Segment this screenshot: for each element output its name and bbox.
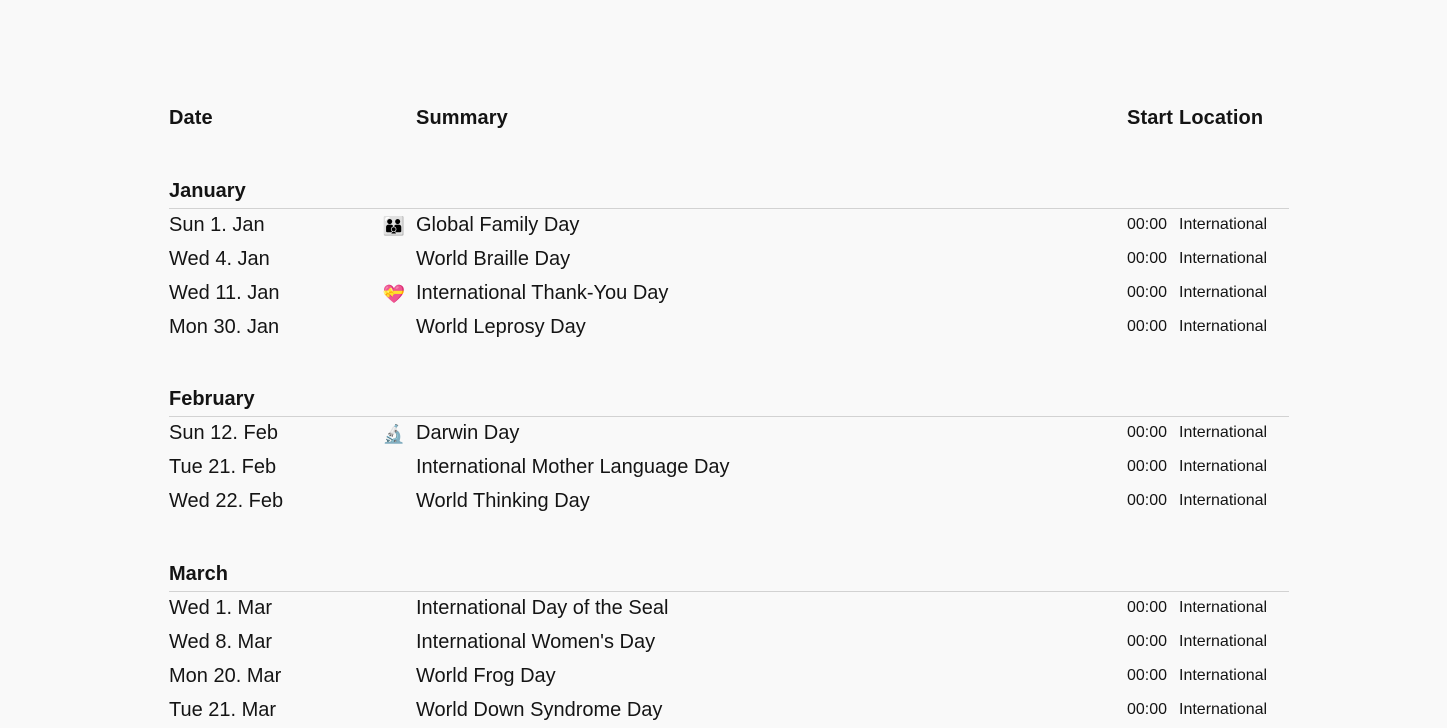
event-date: Tue 21. Feb <box>169 456 277 478</box>
column-header-date: Date <box>169 107 213 129</box>
column-header-location: Location <box>1179 107 1264 129</box>
event-location: International <box>1179 701 1268 718</box>
event-start-time: 00:00 <box>1127 250 1168 267</box>
event-summary: World Braille Day <box>416 248 571 270</box>
event-row[interactable]: Wed 11. Jan 💝 International Thank-You Da… <box>169 277 1289 311</box>
event-date: Mon 30. Jan <box>169 316 280 338</box>
event-summary: International Women's Day <box>416 631 656 653</box>
event-start-time: 00:00 <box>1127 667 1168 684</box>
event-date: Wed 4. Jan <box>169 248 270 270</box>
month-heading: February <box>169 382 1289 417</box>
event-start-time: 00:00 <box>1127 701 1168 718</box>
event-row[interactable]: Wed 8. Mar International Women's Day 00:… <box>169 626 1289 660</box>
event-row[interactable]: Tue 21. Mar World Down Syndrome Day 00:0… <box>169 694 1289 728</box>
event-date: Wed 8. Mar <box>169 631 272 653</box>
event-row[interactable]: Mon 30. Jan World Leprosy Day 00:00 Inte… <box>169 311 1289 345</box>
month-section-march: March Wed 1. Mar International Day of th… <box>169 557 1289 728</box>
event-row[interactable]: Wed 4. Jan World Braille Day 00:00 Inter… <box>169 243 1289 277</box>
event-location: International <box>1179 216 1268 233</box>
event-date: Sun 1. Jan <box>169 214 265 236</box>
family-icon: 👪 <box>382 216 406 236</box>
event-summary: World Frog Day <box>416 665 556 687</box>
event-row[interactable]: Sun 1. Jan 👪 Global Family Day 00:00 Int… <box>169 209 1289 243</box>
event-start-time: 00:00 <box>1127 284 1168 301</box>
event-start-time: 00:00 <box>1127 318 1168 335</box>
event-summary: International Mother Language Day <box>416 456 730 478</box>
event-location: International <box>1179 633 1268 650</box>
event-location: International <box>1179 667 1268 684</box>
heart-icon: 💝 <box>382 284 406 304</box>
event-start-time: 00:00 <box>1127 599 1168 616</box>
event-start-time: 00:00 <box>1127 492 1168 509</box>
event-date: Mon 20. Mar <box>169 665 282 687</box>
event-row[interactable]: Wed 22. Feb World Thinking Day 00:00 Int… <box>169 485 1289 519</box>
event-summary: International Thank-You Day <box>416 282 669 304</box>
event-start-time: 00:00 <box>1127 216 1168 233</box>
event-start-time: 00:00 <box>1127 458 1168 475</box>
event-location: International <box>1179 424 1268 441</box>
month-section-january: January Sun 1. Jan 👪 Global Family Day 0… <box>169 174 1289 345</box>
month-section-february: February Sun 12. Feb 🔬 Darwin Day 00:00 … <box>169 382 1289 519</box>
event-location: International <box>1179 284 1268 301</box>
event-summary: Darwin Day <box>416 422 520 444</box>
event-row[interactable]: Wed 1. Mar International Day of the Seal… <box>169 592 1289 626</box>
event-row[interactable]: Tue 21. Feb International Mother Languag… <box>169 451 1289 485</box>
column-header-summary: Summary <box>416 107 508 129</box>
event-summary: Global Family Day <box>416 214 580 236</box>
event-start-time: 00:00 <box>1127 424 1168 441</box>
event-date: Wed 1. Mar <box>169 597 272 619</box>
event-start-time: 00:00 <box>1127 633 1168 650</box>
event-row[interactable]: Sun 12. Feb 🔬 Darwin Day 00:00 Internati… <box>169 417 1289 451</box>
month-heading: March <box>169 557 1289 592</box>
event-summary: World Down Syndrome Day <box>416 699 663 721</box>
event-date: Tue 21. Mar <box>169 699 277 721</box>
microscope-icon: 🔬 <box>382 424 406 444</box>
event-date: Wed 11. Jan <box>169 282 280 304</box>
month-heading: January <box>169 174 1289 209</box>
event-summary: World Thinking Day <box>416 490 590 512</box>
event-date: Wed 22. Feb <box>169 490 284 512</box>
event-date: Sun 12. Feb <box>169 422 278 444</box>
event-summary: International Day of the Seal <box>416 597 669 619</box>
event-location: International <box>1179 318 1268 335</box>
event-location: International <box>1179 599 1268 616</box>
calendar-page: Date Summary Start Location January Sun … <box>0 0 1447 722</box>
event-location: International <box>1179 458 1268 475</box>
event-location: International <box>1179 492 1268 509</box>
event-location: International <box>1179 250 1268 267</box>
event-row[interactable]: Mon 20. Mar World Frog Day 00:00 Interna… <box>169 660 1289 694</box>
event-summary: World Leprosy Day <box>416 316 586 338</box>
column-header-start: Start <box>1127 107 1174 129</box>
